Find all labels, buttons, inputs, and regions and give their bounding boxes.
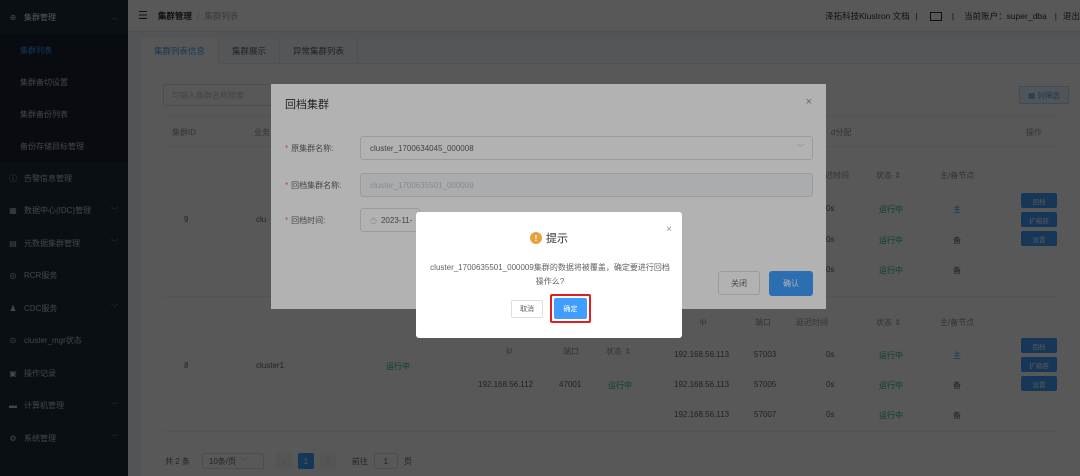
ok-button[interactable]: 确定 (554, 298, 587, 319)
close-icon[interactable]: × (666, 224, 672, 235)
message-title: 提示 (546, 233, 568, 245)
confirm-message-box: ! 提示 × cluster_1700635501_000009集群的数据将被覆… (416, 212, 682, 338)
warning-icon: ! (530, 232, 542, 244)
cancel-button[interactable]: 取消 (511, 300, 543, 318)
message-text: cluster_1700635501_000009集群的数据将被覆盖，确定要进行… (430, 263, 670, 286)
message-header: ! 提示 (416, 230, 682, 246)
